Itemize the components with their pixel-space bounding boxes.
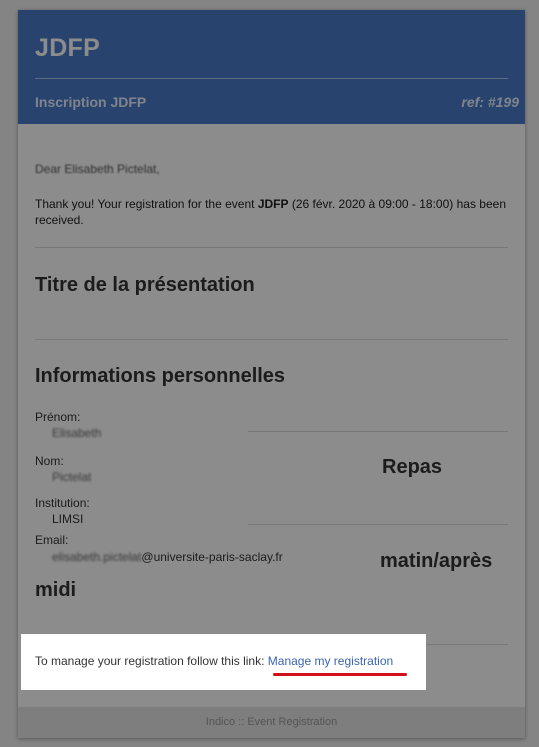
event-brand: JDFP bbox=[35, 34, 101, 62]
field-label-firstname: Prénom: bbox=[35, 410, 81, 424]
event-name: JDFP bbox=[257, 197, 289, 211]
manage-registration-text: To manage your registration follow this … bbox=[35, 654, 393, 668]
field-label-institution: Institution: bbox=[35, 496, 90, 510]
divider bbox=[35, 339, 508, 340]
field-label-lastname: Nom: bbox=[35, 454, 64, 468]
field-value-firstname: Elisabeth bbox=[52, 426, 102, 440]
message-prefix: Thank you! Your registration for the eve… bbox=[35, 197, 258, 211]
section-title-personal-info: Informations personnelles bbox=[35, 365, 286, 387]
manage-registration-link[interactable]: Manage my registration bbox=[268, 654, 393, 668]
side-label-matin: matin/après bbox=[380, 550, 493, 572]
divider bbox=[248, 524, 508, 525]
field-value-institution: LIMSI bbox=[52, 512, 84, 526]
section-title-presentation: Titre de la présentation bbox=[35, 274, 255, 296]
greeting: Dear Elisabeth Pictelat, bbox=[35, 162, 160, 176]
email-footer: Indico :: Event Registration bbox=[18, 707, 525, 738]
reference-number: ref: #199 bbox=[461, 94, 519, 110]
field-value-email: elisabeth.pictelat@universite-paris-sacl… bbox=[52, 550, 283, 564]
side-label-midi: midi bbox=[35, 579, 77, 601]
divider bbox=[35, 247, 508, 248]
email-header: JDFP Inscription JDFP ref: #199 bbox=[18, 10, 525, 124]
field-label-email: Email: bbox=[35, 533, 69, 547]
manage-registration-highlight: To manage your registration follow this … bbox=[21, 634, 426, 690]
email-domain: @universite-paris-saclay.fr bbox=[141, 550, 283, 564]
header-divider bbox=[35, 78, 508, 79]
divider bbox=[248, 431, 508, 432]
confirmation-message: Thank you! Your registration for the eve… bbox=[35, 196, 513, 228]
email-subtitle: Inscription JDFP bbox=[35, 94, 147, 110]
manage-instruction: To manage your registration follow this … bbox=[35, 654, 268, 668]
email-local-part: elisabeth.pictelat bbox=[52, 550, 142, 564]
annotation-underline bbox=[273, 673, 407, 676]
side-label-repas: Repas bbox=[382, 456, 443, 478]
email-card: JDFP Inscription JDFP ref: #199 Dear Eli… bbox=[18, 10, 525, 738]
email-body: Dear Elisabeth Pictelat, Thank you! Your… bbox=[18, 124, 525, 707]
field-value-lastname: Pictelat bbox=[52, 470, 92, 484]
